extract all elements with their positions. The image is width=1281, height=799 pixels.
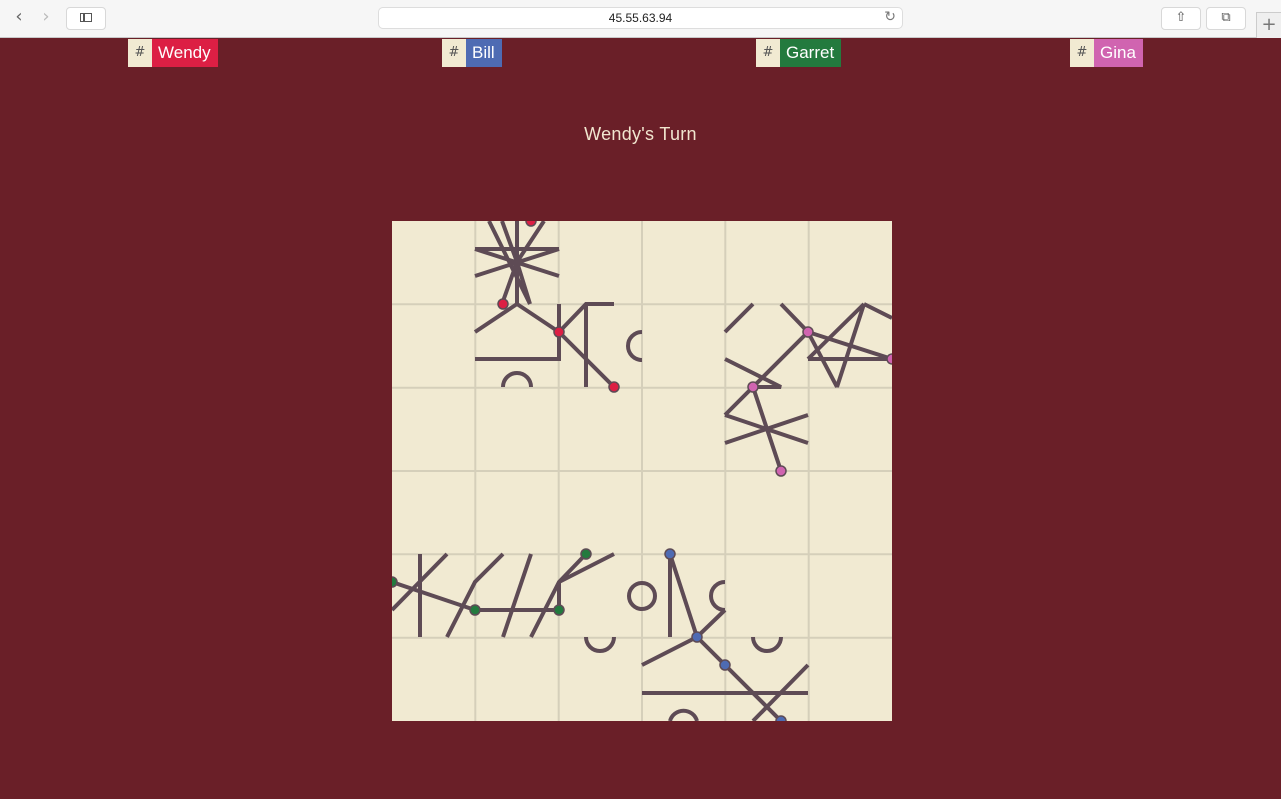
tabs-button[interactable]: ⧉ xyxy=(1206,7,1246,30)
marker-garret xyxy=(469,604,481,616)
sidebar-toggle-button[interactable] xyxy=(66,7,106,30)
player-name: Bill xyxy=(466,39,502,67)
sidebar-icon xyxy=(80,13,92,22)
player-tag-wendy[interactable]: # Wendy xyxy=(128,39,218,67)
player-name: Gina xyxy=(1094,39,1143,67)
address-bar[interactable]: 45.55.63.94 ↻ xyxy=(378,7,903,29)
marker-bill xyxy=(719,659,731,671)
hash-icon: # xyxy=(442,39,466,67)
marker-bill xyxy=(691,631,703,643)
hash-icon: # xyxy=(756,39,780,67)
game-board[interactable] xyxy=(392,221,892,721)
marker-garret xyxy=(392,576,398,588)
marker-wendy xyxy=(497,298,509,310)
marker-gina xyxy=(886,353,892,365)
url-text: 45.55.63.94 xyxy=(608,11,673,25)
hash-icon: # xyxy=(128,39,152,67)
player-tag-bill[interactable]: # Bill xyxy=(442,39,502,67)
reload-icon[interactable]: ↻ xyxy=(884,9,896,25)
player-name: Garret xyxy=(780,39,842,67)
back-button[interactable]: ‹ xyxy=(8,8,30,28)
marker-gina xyxy=(802,326,814,338)
player-tag-garret[interactable]: # Garret xyxy=(756,39,842,67)
turn-indicator: Wendy's Turn xyxy=(584,124,697,144)
share-button[interactable]: ⇧ xyxy=(1161,7,1201,30)
marker-wendy xyxy=(553,326,565,338)
forward-button[interactable]: › xyxy=(35,8,57,28)
marker-bill xyxy=(664,548,676,560)
new-tab-button[interactable]: + xyxy=(1256,12,1281,38)
plus-icon: + xyxy=(1261,14,1277,35)
player-tag-gina[interactable]: # Gina xyxy=(1070,39,1143,67)
marker-garret xyxy=(580,548,592,560)
marker-bill xyxy=(775,715,787,721)
marker-garret xyxy=(553,604,565,616)
tabs-icon: ⧉ xyxy=(1221,10,1231,25)
marker-wendy xyxy=(608,381,620,393)
browser-toolbar: ‹ › 45.55.63.94 ↻ ⇧ ⧉ + xyxy=(0,0,1281,38)
share-icon: ⇧ xyxy=(1175,10,1187,25)
player-name: Wendy xyxy=(152,39,218,67)
hash-icon: # xyxy=(1070,39,1094,67)
marker-gina xyxy=(747,381,759,393)
marker-wendy xyxy=(525,221,537,227)
marker-gina xyxy=(775,465,787,477)
